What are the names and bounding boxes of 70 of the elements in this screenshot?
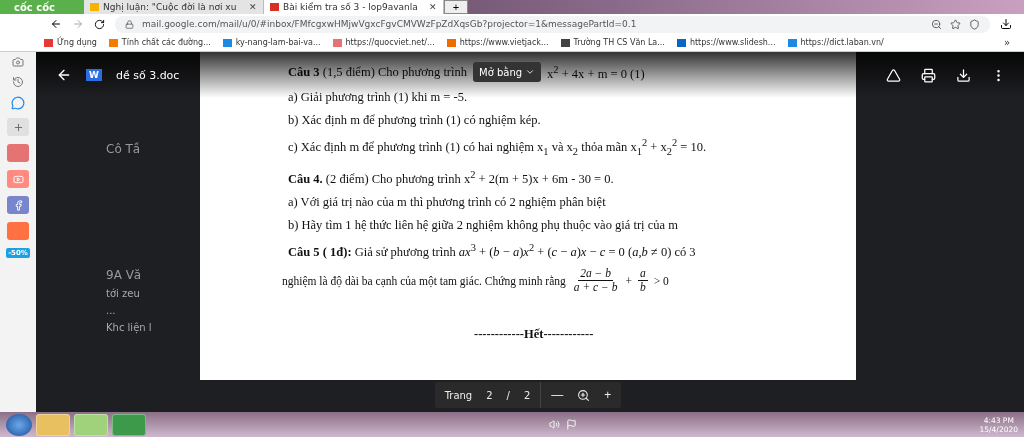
fraction: a b <box>637 267 648 295</box>
document-line: b) Hãy tìm 1 hệ thức liên hệ giữa 2 nghiệm không phụ thuộc vào giá trị của m <box>288 217 678 232</box>
download-icon[interactable] <box>1000 18 1012 30</box>
document-line: Câu 5 ( 1đ): Giả sử phương trình ax$^{3}$ + (b − a)x$^{2}$ + (c − a)x − c = 0 (a,b ≠ 0) có 3 <box>288 245 696 260</box>
close-tab-button[interactable]: ✕ <box>249 2 257 12</box>
print-icon[interactable] <box>921 67 936 83</box>
inequality-tail: > 0 <box>653 274 669 287</box>
bookmark-link[interactable]: Tính chất các đường... <box>108 38 211 47</box>
ghost-text: Khc liện l <box>106 322 153 333</box>
add-button[interactable] <box>7 118 29 136</box>
star-icon[interactable] <box>950 18 961 30</box>
zoom-in-button[interactable]: + <box>604 388 612 402</box>
zoom-out-icon[interactable] <box>931 18 942 30</box>
bookmark-link[interactable]: Trường TH CS Văn La... <box>560 38 665 47</box>
more-bookmarks-button[interactable]: » <box>1003 37 1010 48</box>
ghost-dots: ... <box>106 305 117 316</box>
new-tab-button[interactable]: + <box>444 0 468 14</box>
bookmark-link[interactable]: Ứng dụng <box>44 38 97 47</box>
file-name: dề số 3.doc <box>115 68 180 82</box>
ghost-heading: Cô Tầ <box>106 142 142 156</box>
tab-favicon-icon <box>270 3 279 11</box>
volume-icon[interactable] <box>548 419 560 430</box>
ghost-snippet: tới zeu <box>106 288 141 299</box>
bookmark-link[interactable]: https://dict.laban.vn/ <box>787 38 884 47</box>
facebook-icon[interactable] <box>7 196 29 214</box>
chat-icon[interactable] <box>11 96 25 110</box>
play-icon <box>12 173 24 185</box>
back-icon[interactable] <box>50 18 62 30</box>
zoom-out-button[interactable]: — <box>551 388 564 402</box>
browser-tab[interactable]: Bài kiểm tra số 3 - lop9avanla ✕ <box>264 0 444 14</box>
current-page[interactable]: 2 <box>486 389 493 401</box>
plus-icon <box>12 121 24 133</box>
zoom-icon[interactable] <box>577 388 591 402</box>
word-file-icon: W <box>86 69 102 81</box>
back-button[interactable] <box>56 67 72 83</box>
plus-sign: + <box>625 274 632 287</box>
document-line: c) Xác định m để phương trình (1) có hai nghiệm x$_{1}$ và x$_{2}$ thỏa mãn x$_{1}$$^{2}$ + x$_{2}$$^{2}$ = 10. <box>288 140 707 155</box>
lock-icon <box>125 19 134 29</box>
tab-title: Bài kiểm tra số 3 - lop9avanla <box>283 2 419 12</box>
camera-icon[interactable] <box>12 56 24 68</box>
document-line: b) Xác định m để phương trình (1) có nghiệm kép. <box>288 113 541 128</box>
reload-icon[interactable] <box>94 18 105 30</box>
tab-title: Nghị luận: "Cuộc đời là nơi xu <box>103 2 238 12</box>
page-separator: / <box>506 389 510 401</box>
flag-icon[interactable] <box>565 419 577 430</box>
bookmark-link[interactable]: https://quocviet.net/... <box>332 38 435 47</box>
close-tab-button[interactable]: ✕ <box>429 2 437 12</box>
browser-tab[interactable]: Nghị luận: "Cuộc đời là nơi xu ✕ <box>84 0 264 14</box>
document-line: x$^{2}$ + 4x + m = 0 (1) <box>547 63 645 83</box>
document-line: a) Giải phương trình (1) khi m = -5. <box>288 90 468 105</box>
history-icon[interactable] <box>12 76 24 88</box>
end-marker: ------------Hết------------ <box>474 327 595 343</box>
fraction: 2a − b a + c − b <box>572 267 619 295</box>
page-label: Trang <box>444 389 473 401</box>
address-bar[interactable]: mail.google.com/mail/u/0/#inbox/FMfcgxwHMjwVgxcFgvCMVWzFpZdXqsGb?projector=1&messagePartId=0.1 <box>115 15 990 33</box>
document-line: Câu 4. (2 điểm) Cho phương trình x$^{2}$ + 2(m + 5)x + 6m - 30 = 0. <box>288 171 614 186</box>
document-line: Câu 3 (1,5 điểm) Cho phương trình <box>288 64 467 81</box>
document-line: a) Với giá trị nào của m thì phương trình có 2 nghiệm phân biệt <box>288 194 606 209</box>
bookmark-link[interactable]: https://www.vietjack... <box>446 38 549 47</box>
start-button[interactable] <box>6 413 32 436</box>
open-with-button[interactable]: Mở bằng <box>473 62 542 83</box>
total-pages: 2 <box>523 389 531 401</box>
ghost-sender: 9A Vă <box>106 268 143 282</box>
download-icon[interactable] <box>956 67 971 83</box>
bookmark-link[interactable]: ky-nang-lam-bai-va... <box>222 38 321 47</box>
shield-icon[interactable] <box>969 18 980 30</box>
tab-favicon-icon <box>90 3 99 11</box>
video-app-icon[interactable] <box>7 170 29 188</box>
bookmark-link[interactable]: https://www.slidesh... <box>676 38 776 47</box>
document-line: nghiệm là độ dài ba cạnh của một tam giác. Chứng minh rằng <box>282 274 566 287</box>
